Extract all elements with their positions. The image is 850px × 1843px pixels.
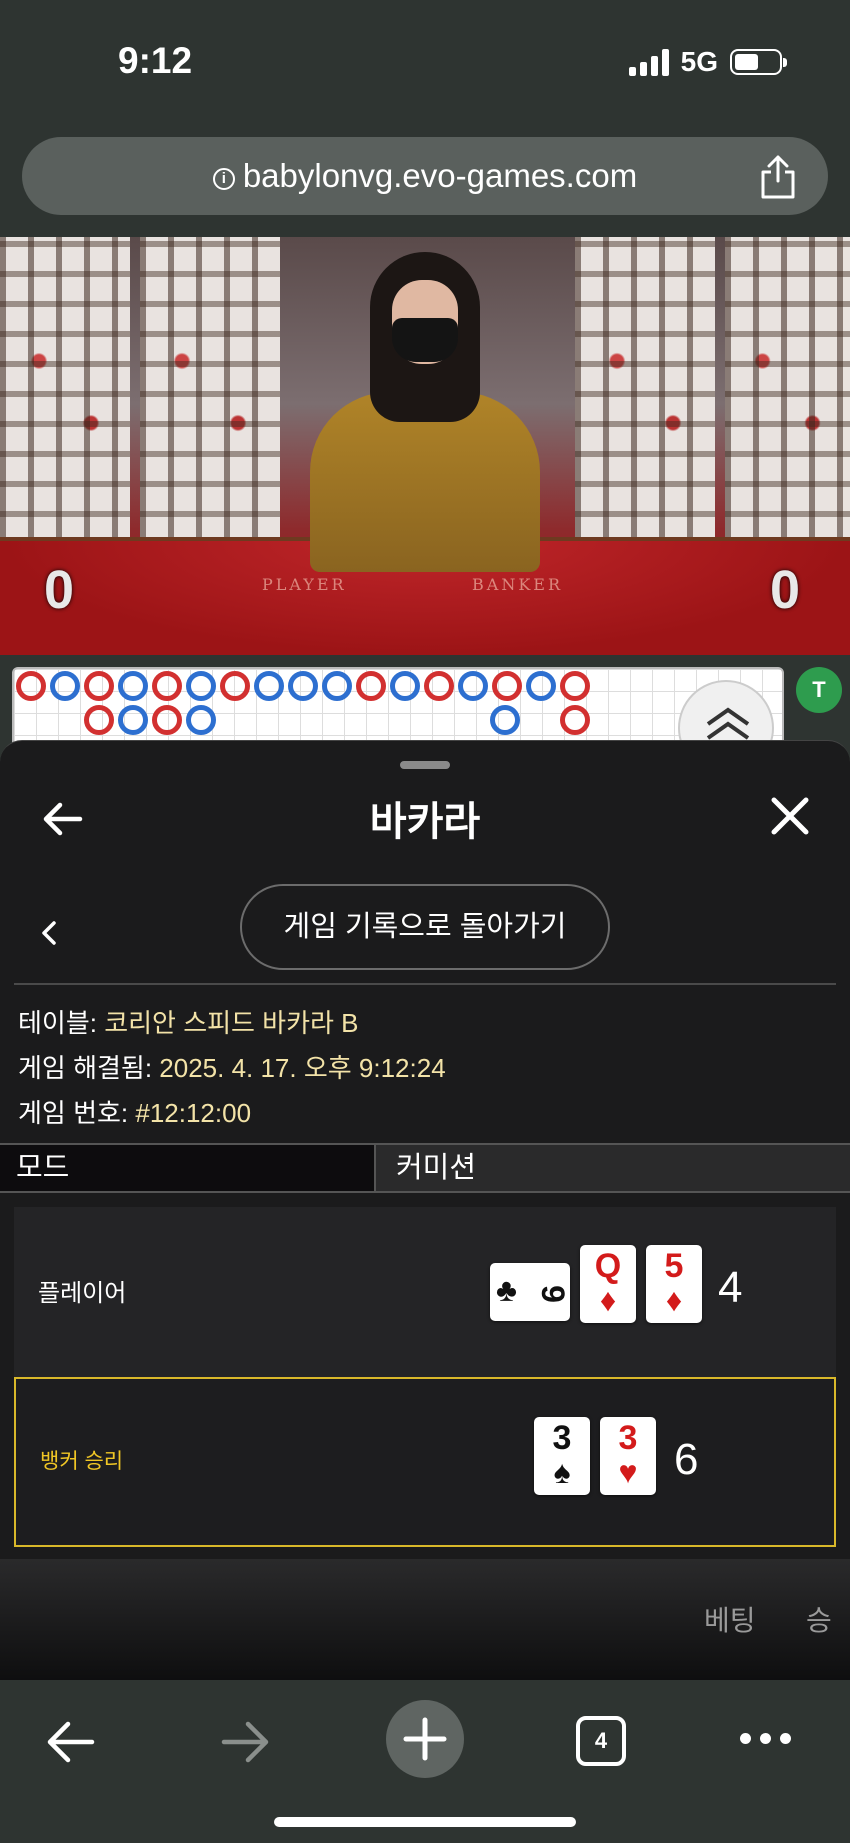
bet-header-row: 베팅 승 [0,1559,850,1681]
network-type: 5G [680,46,718,77]
url-text: babylonvg.evo-games.com [242,157,638,194]
player-score: 0 [44,560,75,620]
status-bar: 9:12 5G [0,0,850,130]
banker-total: 6 [674,1435,699,1484]
resolved-info: 게임 해결됨: 2025. 4. 17. 오후 9:12:24 [18,1053,446,1083]
table-info: 테이블: 코리안 스피드 바카라 B [18,1008,359,1038]
back-to-history-button[interactable]: 게임 기록으로 돌아가기 [240,884,610,970]
browser-toolbar: 4 [0,1680,850,1843]
playing-card: 3 ♥ [600,1417,656,1495]
forward-icon[interactable] [220,1718,272,1766]
divider [14,983,836,985]
dealer [300,252,550,582]
playing-card: 5 ♦ [646,1245,702,1323]
background-screen [725,237,850,547]
banker-win-label: 뱅커 승리 [40,1450,124,1473]
playing-card: Q ♦ [580,1245,636,1323]
more-icon[interactable] [740,1733,791,1744]
player-label: 플레이어 [38,1280,127,1307]
background-screen [140,237,280,547]
playing-card: 3 ♠ [534,1417,590,1495]
screen: 9:12 5G i babylonvg.evo-games.com PLAYER … [0,0,850,1843]
table-name: 코리안 스피드 바카라 B [104,1008,359,1038]
status-icons: 5G [628,46,787,78]
tab-mode[interactable]: 모드 [0,1145,376,1191]
home-indicator[interactable] [274,1817,576,1827]
player-total: 4 [718,1263,743,1312]
sheet-handle[interactable] [400,761,450,769]
player-result-row: 플레이어 ♣ 9 Q ♦ 5 ♦ 4 [14,1207,836,1377]
tie-badge[interactable]: T [796,667,842,713]
back-icon[interactable] [44,1718,96,1766]
signal-icon [628,48,669,76]
banker-score: 0 [770,560,801,620]
panel-title: 바카라 [369,800,481,844]
win-column-header: 승 [806,1605,832,1636]
result-tabs: 모드 커미션 [0,1143,850,1193]
background-screen [0,237,130,547]
background-screen [575,237,715,547]
resolved-time: 2025. 4. 17. 오후 9:12:24 [159,1053,446,1083]
share-icon[interactable] [758,155,798,199]
game-number-info: 게임 번호: #12:12:00 [18,1098,252,1128]
chevron-left-icon[interactable] [36,913,62,953]
live-video[interactable]: PLAYER BANKER 0 0 [0,237,850,655]
tab-commission[interactable]: 커미션 [378,1145,850,1191]
plus-icon [403,1717,447,1761]
close-icon[interactable] [770,796,810,836]
address-bar[interactable]: i babylonvg.evo-games.com [22,137,828,215]
battery-icon [730,49,787,75]
game-detail-panel: 바카라 게임 기록으로 돌아가기 테이블: 코리안 스피드 바카라 B 게임 해… [0,740,850,1681]
bet-column-header: 베팅 [704,1605,756,1636]
game-number: #12:12:00 [135,1098,252,1128]
clock: 9:12 [118,40,193,81]
new-tab-button[interactable] [386,1700,464,1778]
playing-card: ♣ 9 [490,1263,571,1321]
banker-result-row: 뱅커 승리 3 ♠ 3 ♥ 6 [14,1377,836,1547]
tabs-button[interactable]: 4 [576,1716,626,1766]
info-icon[interactable]: i [212,168,235,190]
